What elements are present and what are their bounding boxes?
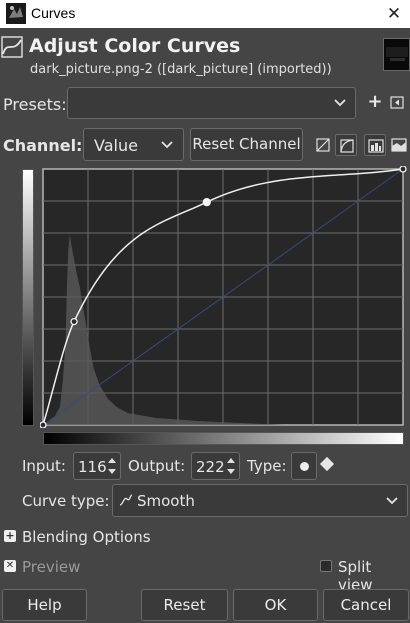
add-preset-icon[interactable]: + (366, 93, 384, 111)
point-type-smooth-button[interactable] (291, 452, 317, 480)
input-label: Input: (22, 457, 66, 475)
image-subtitle: dark_picture.png-2 ([dark_picture] (impo… (30, 62, 332, 77)
corner-point-icon[interactable] (319, 456, 335, 472)
reset-button[interactable]: Reset (141, 589, 228, 621)
gimp-wilber-icon (6, 3, 26, 24)
dialog-title: Adjust Color Curves (29, 35, 241, 57)
close-icon[interactable]: ✕ (383, 3, 405, 25)
presets-dropdown[interactable] (67, 87, 356, 119)
chevron-down-icon (161, 141, 173, 149)
curves-icon (1, 36, 23, 58)
preset-menu-icon[interactable] (390, 96, 404, 109)
logarithmic-histogram-icon[interactable] (335, 134, 357, 156)
output-value: 222 (196, 458, 225, 476)
blending-options-expander[interactable]: Blending Options (22, 528, 151, 546)
presets-label: Presets: (3, 95, 67, 114)
curve-point[interactable] (70, 317, 78, 326)
window-titlebar: Curves ✕ (0, 0, 410, 28)
selected-curve-point[interactable] (202, 197, 211, 207)
output-label: Output: (128, 457, 186, 475)
split-view-checkbox[interactable] (320, 560, 332, 572)
image-thumbnail (383, 38, 410, 71)
help-button[interactable]: Help (2, 589, 87, 621)
spin-arrows-icon[interactable] (106, 455, 118, 477)
curve-type-dropdown[interactable]: Smooth (112, 484, 408, 517)
linear-histogram-icon[interactable] (312, 134, 334, 156)
window-title: Curves (31, 5, 76, 21)
expand-plus-icon[interactable]: + (4, 530, 16, 542)
preview-checkbox[interactable]: ✕ (4, 560, 16, 572)
output-gradient-bar (22, 169, 34, 426)
histogram-foreground-icon[interactable] (388, 134, 410, 156)
curve-type-label: Curve type: (22, 492, 110, 510)
input-gradient-bar (43, 432, 404, 445)
curve-graph[interactable] (40, 166, 407, 428)
preview-label: Preview (22, 558, 81, 576)
reset-channel-button[interactable]: Reset Channel (190, 128, 303, 161)
ok-button[interactable]: OK (233, 589, 318, 621)
input-spinbox[interactable]: 116 (73, 452, 121, 480)
cancel-button[interactable]: Cancel (323, 589, 409, 621)
smooth-point-icon (300, 462, 309, 471)
smooth-curve-icon (119, 494, 133, 506)
curve-point[interactable] (399, 166, 407, 173)
channel-dropdown[interactable]: Value (83, 128, 184, 161)
channel-value: Value (94, 136, 138, 155)
spin-arrows-icon[interactable] (225, 455, 237, 477)
channel-label: Channel: (3, 136, 83, 155)
type-label: Type: (247, 457, 287, 475)
curve-point[interactable] (40, 421, 47, 428)
input-value: 116 (78, 458, 107, 476)
histogram-background-icon[interactable] (364, 134, 386, 156)
curve-type-value: Smooth (137, 492, 195, 510)
chevron-down-icon (386, 497, 398, 505)
chevron-down-icon (334, 99, 346, 107)
output-spinbox[interactable]: 222 (191, 452, 240, 480)
